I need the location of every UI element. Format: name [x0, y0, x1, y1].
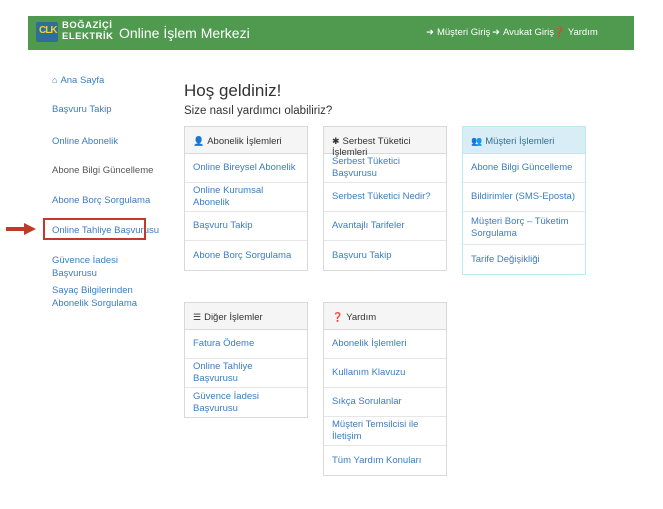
brand-line-2: ELEKTRİK: [62, 31, 114, 42]
panel-link[interactable]: Kullanım Klavuzu: [324, 359, 446, 388]
sidebar-item-debt-query[interactable]: Abone Borç Sorgulama: [52, 194, 162, 207]
panel-title: Müşteri İşlemleri: [485, 136, 555, 147]
sign-in-icon: ➜: [426, 27, 434, 38]
question-icon: ❓: [332, 312, 344, 322]
panel-link-label: Başvuru Takip: [332, 249, 392, 261]
panel-link[interactable]: Online Tahliye Başvurusu: [185, 359, 307, 388]
panel-link-label: Serbest Tüketici Başvurusu: [332, 156, 400, 179]
asterisk-icon: ✱: [332, 136, 340, 146]
panel-link-label: Online Bireysel Abonelik: [193, 162, 296, 173]
sidebar-item-label: Online Abonelik: [52, 136, 119, 147]
panel-title: Yardım: [346, 312, 377, 323]
panel-link-label: Fatura Ödeme: [193, 338, 255, 349]
panel-link-label: Online Kurumsal Abonelik: [193, 185, 264, 208]
panel-link-label: Abonelik İşlemleri: [332, 338, 407, 349]
app-title[interactable]: Online İşlem Merkezi: [119, 25, 250, 41]
free-consumer-panel: ✱ Serbest Tüketici İşlemleri Serbest Tüke…: [323, 126, 447, 271]
panel-link[interactable]: Bildirimler (SMS-Eposta): [463, 183, 585, 212]
panel-link[interactable]: Serbest Tüketici Nedir?: [324, 183, 446, 212]
panel-link-label: Tarife Değişikliği: [471, 253, 540, 265]
panel-link-label: Kullanım Klavuzu: [332, 367, 406, 378]
panel-link-label: Bildirimler (SMS-Eposta): [471, 191, 575, 202]
panel-link-label: Müşteri Borç – Tüketim Sorgulama: [471, 216, 569, 239]
panel-header: 👥 Müşteri İşlemleri: [463, 127, 585, 154]
panel-link[interactable]: Müşteri Borç – Tüketim Sorgulama: [463, 212, 585, 245]
lawyer-login-link[interactable]: ➜ Avukat Giriş: [492, 27, 554, 38]
panel-link[interactable]: Fatura Ödeme: [185, 330, 307, 359]
sidebar-item-online-subscription[interactable]: Online Abonelik: [52, 135, 162, 148]
panel-link[interactable]: Tüm Yardım Konuları: [324, 446, 446, 475]
panel-link[interactable]: Müşteri Temsilcisi ile İletişim: [324, 417, 446, 446]
panel-link-label: Müşteri Temsilcisi ile İletişim: [332, 419, 419, 442]
users-icon: 👥: [471, 136, 483, 146]
welcome-subtitle: Size nasıl yardımcı olabiliriz?: [184, 105, 333, 117]
sidebar-item-label: Abone Borç Sorgulama: [52, 195, 151, 206]
panel-header: 👤 Abonelik İşlemleri: [185, 127, 307, 154]
panel-link[interactable]: Başvuru Takip: [185, 212, 307, 241]
panel-link-label: Abone Borç Sorgulama: [193, 249, 292, 261]
panel-link[interactable]: Tarife Değişikliği: [463, 245, 585, 274]
list-icon: ☰: [193, 312, 202, 322]
sidebar-item-meter-query[interactable]: Sayaç Bilgilerinden Abonelik Sorgulama: [52, 284, 162, 310]
panel-link-label: Online Tahliye Başvurusu: [193, 361, 253, 384]
sidebar-item-application-tracking[interactable]: Başvuru Takip: [52, 103, 162, 116]
panel-link[interactable]: Online Kurumsal Abonelik: [185, 183, 307, 212]
lawyer-login-label: Avukat Giriş: [502, 27, 555, 38]
sidebar-item-deposit-refund[interactable]: Güvence İadesi Başvurusu: [52, 254, 162, 280]
sidebar-item-subscriber-info-update[interactable]: Abone Bilgi Güncelleme: [52, 164, 162, 177]
panel-link-label: Abone Bilgi Güncelleme: [471, 162, 573, 173]
panel-link-label: Avantajlı Tarifeler: [332, 220, 405, 231]
panel-link-label: Güvence İadesi Başvurusu: [193, 390, 260, 414]
sidebar-item-label: Sayaç Bilgilerinden Abonelik Sorgulama: [52, 285, 138, 309]
customer-login-label: Müşteri Giriş: [436, 27, 491, 38]
panel-header: ✱ Serbest Tüketici İşlemleri: [324, 127, 446, 158]
other-operations-panel: ☰ Diğer İşlemler Fatura Ödeme Online Tahl…: [184, 302, 308, 418]
sign-in-icon: ➜: [492, 27, 500, 38]
company-logo[interactable]: CLK: [36, 22, 58, 42]
customer-login-link[interactable]: ➜ Müşteri Giriş: [426, 27, 490, 38]
panel-header: ❓ Yardım: [324, 303, 446, 330]
panel-title: Abonelik İşlemleri: [207, 136, 282, 147]
panel-link[interactable]: Avantajlı Tarifeler: [324, 212, 446, 241]
panel-link-label: Serbest Tüketici Nedir?: [332, 191, 431, 202]
panel-link-label: Tüm Yardım Konuları: [332, 454, 422, 466]
highlight-box: [43, 218, 146, 240]
help-link[interactable]: ❓ Yardım: [553, 27, 598, 38]
sidebar-item-home[interactable]: ⌂ Ana Sayfa: [52, 74, 162, 87]
sidebar-item-label: Başvuru Takip: [52, 104, 112, 115]
panel-link[interactable]: Abone Bilgi Güncelleme: [463, 154, 585, 183]
question-icon: ❓: [553, 27, 565, 38]
logo-text: CLK: [39, 25, 58, 36]
panel-link[interactable]: Sıkça Sorulanlar: [324, 388, 446, 417]
panel-link[interactable]: Abonelik İşlemleri: [324, 330, 446, 359]
home-icon: ⌂: [52, 75, 58, 85]
subscription-panel: 👤 Abonelik İşlemleri Online Bireysel Abon…: [184, 126, 308, 271]
panel-title: Diğer İşlemler: [204, 312, 263, 323]
panel-link[interactable]: Serbest Tüketici Başvurusu: [324, 154, 446, 183]
red-arrow-icon: [6, 223, 36, 235]
panel-link-label: Sıkça Sorulanlar: [332, 396, 402, 407]
panel-header: ☰ Diğer İşlemler: [185, 303, 307, 330]
brand-line-1: BOĞAZİÇİ: [62, 20, 113, 31]
panel-link[interactable]: Abone Borç Sorgulama: [185, 241, 307, 270]
user-icon: 👤: [193, 136, 205, 146]
sidebar-item-label: Ana Sayfa: [60, 75, 105, 86]
panel-link[interactable]: Online Bireysel Abonelik: [185, 154, 307, 183]
customer-panel: 👥 Müşteri İşlemleri Abone Bilgi Güncellem…: [462, 126, 586, 275]
welcome-heading: Hoş geldiniz!: [184, 81, 282, 100]
sidebar-item-label: Abone Bilgi Güncelleme: [52, 165, 154, 176]
panel-link[interactable]: Güvence İadesi Başvurusu: [185, 388, 307, 417]
help-panel: ❓ Yardım Abonelik İşlemleri Kullanım Klav…: [323, 302, 447, 476]
panel-link[interactable]: Başvuru Takip: [324, 241, 446, 270]
sidebar-item-label: Güvence İadesi Başvurusu: [52, 255, 119, 279]
panel-link-label: Başvuru Takip: [193, 220, 253, 231]
help-label: Yardım: [567, 27, 598, 38]
